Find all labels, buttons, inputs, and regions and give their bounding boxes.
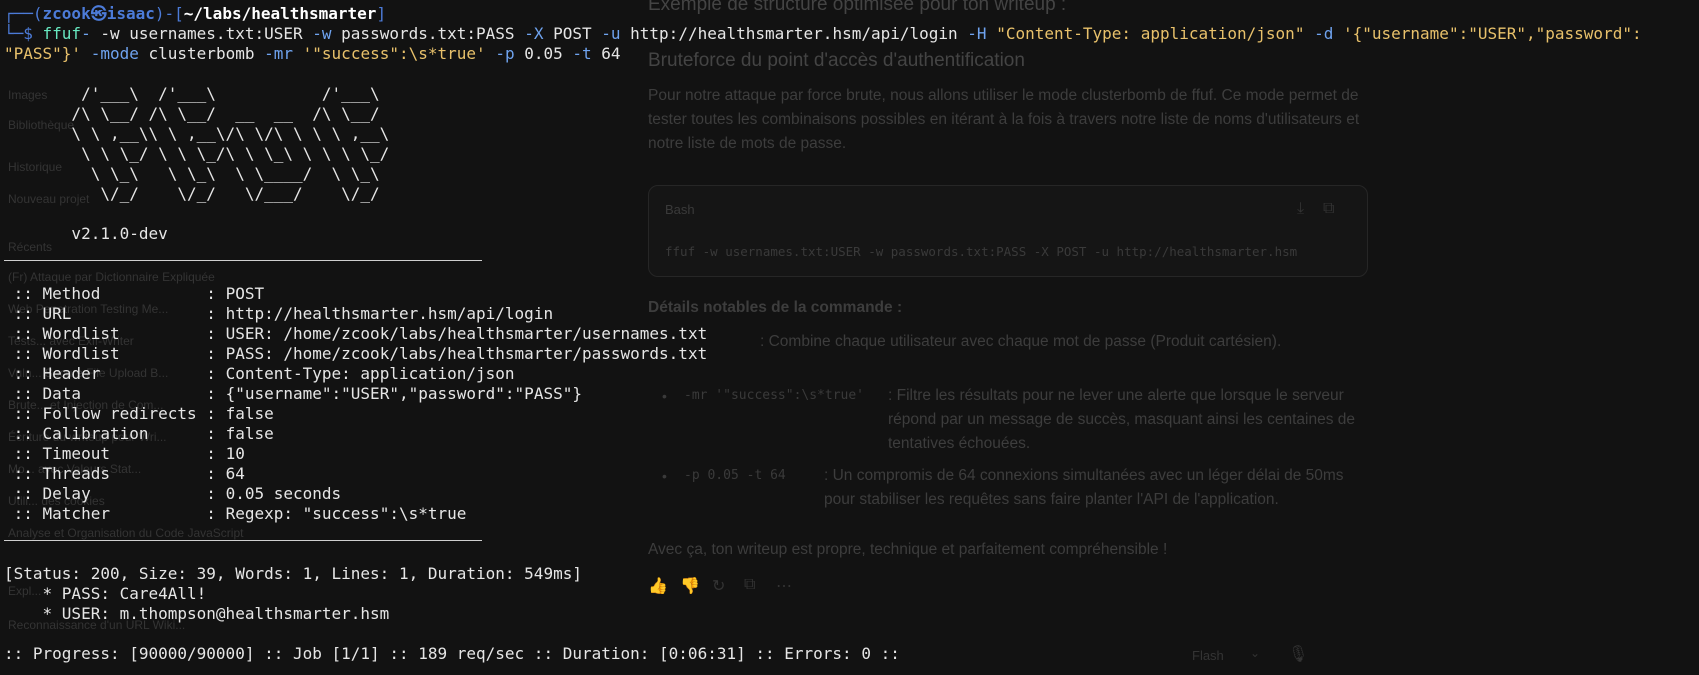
result-status: [Status: 200, Size: 39, Words: 1, Lines:… bbox=[4, 564, 582, 583]
config-row: :: Delay : 0.05 seconds bbox=[4, 484, 342, 503]
config-row: :: Calibration : false bbox=[4, 424, 274, 443]
prompt-user: zcook㉿isaac bbox=[42, 4, 155, 23]
config-row: :: Threads : 64 bbox=[4, 464, 245, 483]
progress-line: :: Progress: [90000/90000] :: Job [1/1] … bbox=[4, 644, 900, 663]
config-row: :: Method : POST bbox=[4, 284, 265, 303]
ffuf-banner-line: \ \ \_/ \ \ \_/\ \ \_\ \ \ \ \_/ bbox=[4, 144, 390, 163]
ffuf-banner-line: /'___\ /'___\ /'___\ bbox=[4, 84, 380, 103]
config-row: :: Header : Content-Type: application/js… bbox=[4, 364, 515, 383]
ffuf-banner-line: /\ \__/ /\ \__/ __ __ /\ \__/ bbox=[4, 104, 380, 123]
divider bbox=[4, 260, 482, 261]
ffuf-banner-line: \/_/ \/_/ \/___/ \/_/ bbox=[4, 184, 380, 203]
prompt-path: ~/labs/healthsmarter bbox=[183, 4, 377, 23]
command-line-wrap: "PASS"}' -mode clusterbomb -mr '"success… bbox=[4, 44, 621, 63]
config-row: :: URL : http://healthsmarter.hsm/api/lo… bbox=[4, 304, 554, 323]
ffuf-banner-line: \ \ ,__\\ \ ,__\/\ \/\ \ \ \ ,__\ bbox=[4, 124, 390, 143]
command-binary: ffuf bbox=[42, 24, 82, 43]
prompt-line: ┌──(zcook㉿isaac)-[~/labs/healthsmarter] bbox=[4, 4, 387, 23]
result-user: * USER: m.thompson@healthsmarter.hsm bbox=[4, 604, 390, 623]
config-row: :: Data : {"username":"USER","password":… bbox=[4, 384, 582, 403]
config-row: :: Follow redirects : false bbox=[4, 404, 274, 423]
config-row: :: Wordlist : PASS: /home/zcook/labs/hea… bbox=[4, 344, 708, 363]
command-line: └─$ ffuf- -w usernames.txt:USER -w passw… bbox=[4, 24, 1642, 43]
ffuf-version: v2.1.0-dev bbox=[4, 224, 168, 243]
config-row: :: Timeout : 10 bbox=[4, 444, 245, 463]
divider bbox=[4, 540, 482, 541]
config-row: :: Matcher : Regexp: "success":\s*true bbox=[4, 504, 467, 523]
terminal[interactable]: ┌──(zcook㉿isaac)-[~/labs/healthsmarter] … bbox=[0, 0, 1699, 675]
config-row: :: Wordlist : USER: /home/zcook/labs/hea… bbox=[4, 324, 708, 343]
ffuf-banner-line: \ \_\ \ \_\ \ \____/ \ \_\ bbox=[4, 164, 380, 183]
result-pass: * PASS: Care4All! bbox=[4, 584, 207, 603]
